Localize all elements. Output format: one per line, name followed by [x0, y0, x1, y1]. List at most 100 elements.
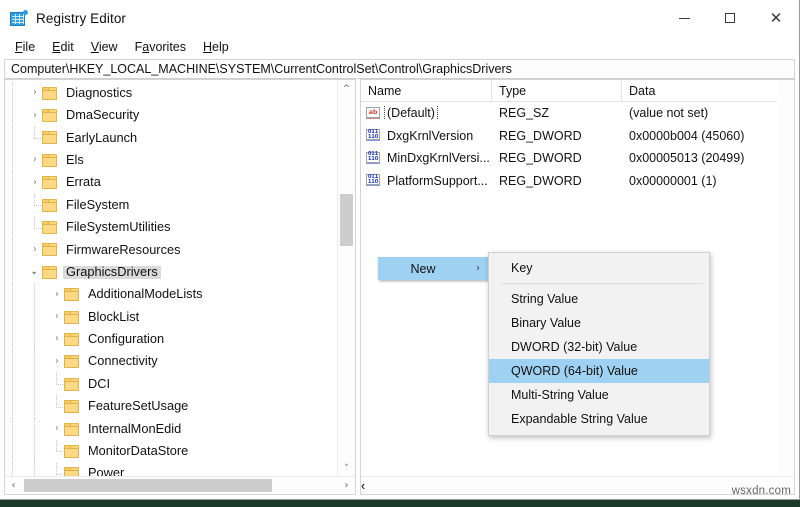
- watermark: wsxdn.com: [732, 485, 791, 497]
- tree-scroll-right-arrow[interactable]: ›: [338, 477, 355, 494]
- table-row[interactable]: 011110PlatformSupport...REG_DWORD0x00000…: [361, 170, 777, 193]
- tree-item-earlylaunch[interactable]: EarlyLaunch: [5, 127, 338, 149]
- chevron-right-icon[interactable]: ›: [27, 149, 42, 171]
- tree-indent-guide: [5, 395, 49, 417]
- tree-leaf-connector: [27, 127, 42, 149]
- submenu-item-binary-value[interactable]: Binary Value: [489, 311, 709, 335]
- tree-scroll-down-arrow[interactable]: ˅: [338, 460, 355, 477]
- tree-item-errata[interactable]: ›Errata: [5, 172, 338, 194]
- tree-item-graphicsdrivers[interactable]: ⌄ GraphicsDrivers: [5, 261, 338, 283]
- chevron-right-icon[interactable]: ›: [27, 104, 42, 126]
- chevron-down-icon[interactable]: ⌄: [27, 261, 42, 283]
- column-header-type[interactable]: Type: [492, 80, 622, 102]
- submenu-item-qword-64-bit-value[interactable]: QWORD (64-bit) Value: [489, 359, 709, 383]
- list-vertical-scrollbar[interactable]: [777, 80, 794, 477]
- folder-icon: [64, 445, 79, 458]
- submenu-item-label: Multi-String Value: [511, 388, 609, 402]
- tree-item-configuration[interactable]: ›Configuration: [5, 328, 338, 350]
- value-name: DxgKrnlVersion: [385, 129, 475, 143]
- tree-item-monitordatastore[interactable]: MonitorDataStore: [5, 440, 338, 462]
- tree-vertical-scrollbar[interactable]: ^ ˅: [337, 80, 355, 477]
- tree-item-label: MonitorDataStore: [85, 445, 191, 458]
- tree-item-label: FileSystem: [63, 199, 132, 212]
- tree-item-diagnostics[interactable]: ›Diagnostics: [5, 82, 338, 104]
- tree-item-firmwareresources[interactable]: ›FirmwareResources: [5, 239, 338, 261]
- folder-icon: [42, 266, 57, 279]
- tree-scroll-left-arrow[interactable]: ‹: [5, 477, 22, 494]
- context-menu-item-new[interactable]: New ›: [378, 257, 488, 280]
- chevron-right-icon[interactable]: ›: [49, 418, 64, 440]
- tree-item-label: AdditionalModeLists: [85, 288, 206, 301]
- tree-item-additionalmodelists[interactable]: › AdditionalModeLists: [5, 284, 338, 306]
- folder-icon: [42, 176, 57, 189]
- value-data-cell: 0x00000001 (1): [622, 174, 777, 188]
- address-bar[interactable]: Computer\HKEY_LOCAL_MACHINE\SYSTEM\Curre…: [4, 59, 795, 79]
- value-type-cell: REG_DWORD: [492, 174, 622, 188]
- submenu-item-label: DWORD (32-bit) Value: [511, 340, 637, 354]
- chevron-right-icon[interactable]: ›: [49, 328, 64, 350]
- tree-item-connectivity[interactable]: ›Connectivity: [5, 351, 338, 373]
- folder-icon: [64, 378, 79, 391]
- table-row[interactable]: ab(Default)REG_SZ(value not set): [361, 102, 777, 125]
- tree-indent-guide: [5, 261, 27, 283]
- folder-icon: [64, 423, 79, 436]
- folder-icon: [42, 131, 57, 144]
- tree-horizontal-scrollbar[interactable]: ‹ ›: [5, 476, 355, 494]
- menu-view[interactable]: View: [83, 38, 127, 56]
- tree-item-dmasecurity[interactable]: ›DmaSecurity: [5, 104, 338, 126]
- submenu-item-string-value[interactable]: String Value: [489, 287, 709, 311]
- submenu-item-dword-32-bit-value[interactable]: DWORD (32-bit) Value: [489, 335, 709, 359]
- tree-item-els[interactable]: ›Els: [5, 149, 338, 171]
- table-row[interactable]: 011110MinDxgKrnlVersi...REG_DWORD0x00005…: [361, 147, 777, 170]
- chevron-right-icon[interactable]: ›: [27, 239, 42, 261]
- submenu-item-multi-string-value[interactable]: Multi-String Value: [489, 383, 709, 407]
- table-row[interactable]: 011110DxgKrnlVersionREG_DWORD0x0000b004 …: [361, 125, 777, 148]
- chevron-right-icon[interactable]: ›: [27, 172, 42, 194]
- tree-hscroll-thumb[interactable]: [24, 479, 272, 492]
- title-bar: Registry Editor ✕: [0, 0, 799, 36]
- tree-item-power[interactable]: Power: [5, 463, 338, 477]
- column-header-data[interactable]: Data: [622, 80, 794, 102]
- tree-item-filesystemutilities[interactable]: FileSystemUtilities: [5, 216, 338, 238]
- tree-item-label: DCI: [85, 378, 113, 391]
- value-type-cell: REG_SZ: [492, 106, 622, 120]
- close-button[interactable]: ✕: [753, 0, 799, 36]
- menu-favorites[interactable]: Favorites: [127, 38, 195, 56]
- tree-item-label: GraphicsDrivers: [63, 266, 161, 279]
- submenu-item-expandable-string-value[interactable]: Expandable String Value: [489, 407, 709, 431]
- value-name-cell: 011110DxgKrnlVersion: [361, 129, 492, 143]
- tree-indent-guide: [5, 284, 49, 306]
- context-menu-shadow: [380, 280, 490, 284]
- chevron-right-icon[interactable]: ›: [27, 82, 42, 104]
- tree-item-filesystem[interactable]: FileSystem: [5, 194, 338, 216]
- list-scroll-left-arrow[interactable]: ‹: [361, 479, 365, 493]
- column-header-name[interactable]: Name: [361, 80, 492, 102]
- chevron-right-icon[interactable]: ›: [49, 284, 64, 306]
- tree-item-featuresetusage[interactable]: FeatureSetUsage: [5, 395, 338, 417]
- tree-indent-guide: [5, 82, 27, 104]
- tree-scroll-thumb[interactable]: [340, 194, 353, 246]
- maximize-button[interactable]: [707, 0, 753, 36]
- chevron-right-icon[interactable]: ›: [49, 306, 64, 328]
- submenu-separator: [501, 283, 703, 284]
- menu-edit[interactable]: Edit: [44, 38, 83, 56]
- value-type-cell: REG_DWORD: [492, 129, 622, 143]
- menu-file[interactable]: File: [7, 38, 44, 56]
- tree-scroll-up-arrow[interactable]: ^: [338, 80, 355, 97]
- tree-leaf-connector: [49, 373, 64, 395]
- minimize-button[interactable]: [661, 0, 707, 36]
- registry-editor-window: Registry Editor ✕ File Edit View Favorit…: [0, 0, 800, 500]
- chevron-right-icon[interactable]: ›: [49, 351, 64, 373]
- tree-indent-guide: [5, 127, 27, 149]
- submenu-item-key[interactable]: Key: [489, 256, 709, 280]
- list-header: Name Type Data: [361, 80, 794, 102]
- tree-item-blocklist[interactable]: ›BlockList: [5, 306, 338, 328]
- folder-icon: [42, 154, 57, 167]
- value-name: MinDxgKrnlVersi...: [385, 151, 492, 165]
- tree-indent-guide: [5, 463, 49, 477]
- registry-tree: ›Diagnostics›DmaSecurityEarlyLaunch›Els›…: [5, 80, 338, 477]
- list-horizontal-scrollbar[interactable]: ‹: [361, 476, 794, 494]
- menu-help[interactable]: Help: [195, 38, 238, 56]
- tree-item-internalmonedid[interactable]: ›InternalMonEdid: [5, 418, 338, 440]
- tree-item-dci[interactable]: DCI: [5, 373, 338, 395]
